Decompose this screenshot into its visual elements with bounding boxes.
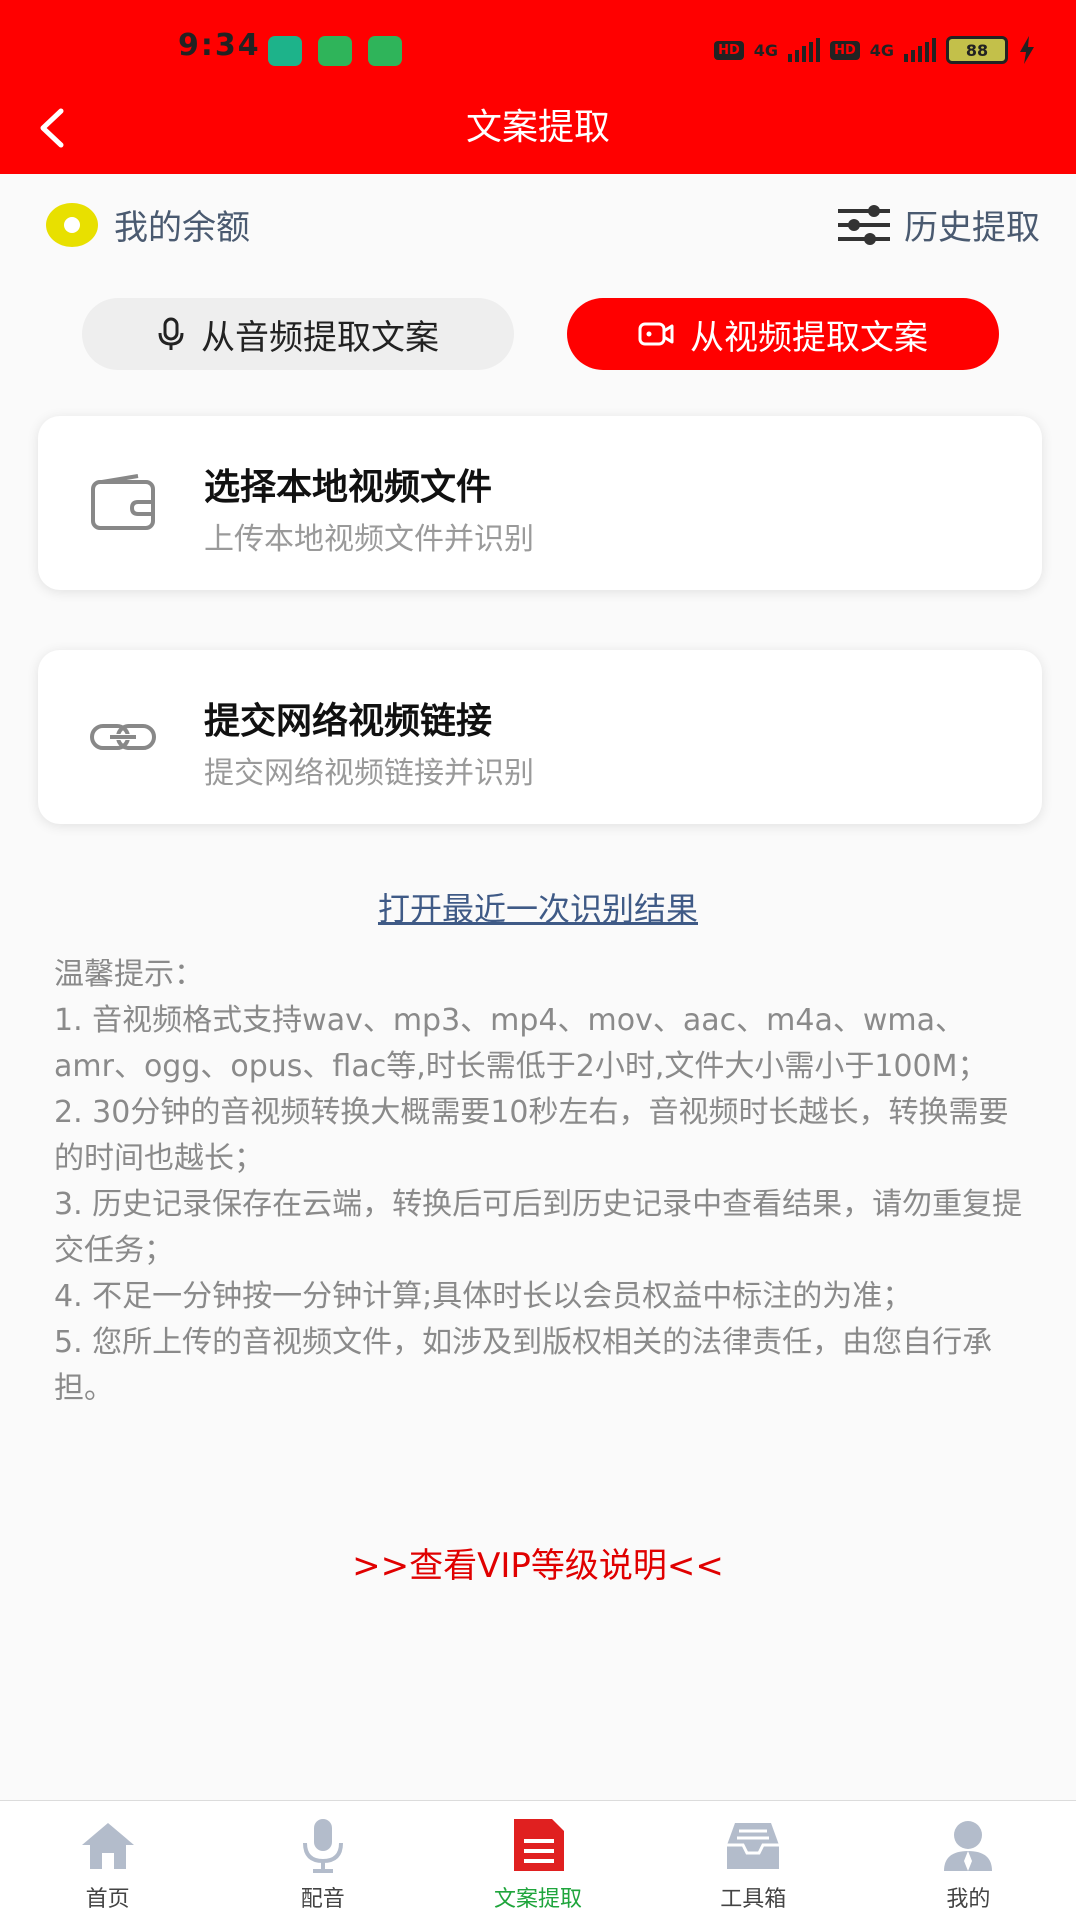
toolbox-icon bbox=[727, 1823, 780, 1869]
network-label: 4G bbox=[753, 40, 779, 60]
network-label: 4G bbox=[869, 40, 894, 60]
tab-label: 首页 bbox=[85, 1887, 130, 1912]
audio-mode-label: 从音频提取文案 bbox=[201, 317, 439, 358]
tip-item: 4. 不足一分钟按一分钟计算;具体时长以会员权益中标注的为准； bbox=[54, 1279, 913, 1314]
battery-icon: 88 bbox=[946, 36, 1008, 64]
history-button[interactable]: 历史提取 bbox=[836, 200, 1040, 249]
page-title: 文案提取 bbox=[465, 107, 610, 148]
tip-item: 3. 历史记录保存在云端，转换后可后到历史记录中查看结果，请勿重复提交任务； bbox=[54, 1187, 1023, 1268]
video-camera-icon bbox=[638, 322, 674, 346]
wallet-icon bbox=[91, 474, 155, 530]
bottom-tab-bar: 首页 配音 文案提取 工具箱 我的 bbox=[0, 1800, 1076, 1916]
status-bar: 9:34 HD 4G HD 4G 88 bbox=[0, 0, 1076, 100]
tip-item: 1. 音视频格式支持wav、mp3、mp4、mov、aac、m4a、wma、am… bbox=[54, 1003, 988, 1084]
signal-icon bbox=[904, 38, 936, 62]
video-mode-label: 从视频提取文案 bbox=[690, 317, 928, 358]
balance-label: 我的余额 bbox=[114, 208, 250, 248]
balance-button[interactable]: 我的余额 bbox=[46, 200, 250, 249]
home-icon bbox=[81, 1823, 134, 1869]
card-subtitle: 提交网络视频链接并识别 bbox=[204, 756, 534, 791]
card-title: 选择本地视频文件 bbox=[204, 467, 493, 508]
coin-icon bbox=[46, 202, 98, 247]
user-icon bbox=[944, 1821, 993, 1871]
microphone-icon bbox=[302, 1819, 343, 1873]
network-link-card[interactable]: 提交网络视频链接 提交网络视频链接并识别 bbox=[38, 650, 1042, 824]
card-subtitle: 上传本地视频文件并识别 bbox=[204, 522, 534, 557]
tab-home[interactable]: 首页 bbox=[0, 1801, 215, 1916]
local-video-card[interactable]: 选择本地视频文件 上传本地视频文件并识别 bbox=[38, 416, 1042, 590]
signal-icon bbox=[788, 38, 821, 62]
document-icon bbox=[514, 1819, 564, 1871]
charging-icon bbox=[1020, 36, 1034, 64]
microphone-icon bbox=[158, 317, 184, 350]
link-icon bbox=[90, 724, 156, 750]
extract-from-video-button[interactable]: 从视频提取文案 bbox=[567, 298, 999, 370]
tab-label: 工具箱 bbox=[720, 1887, 787, 1912]
top-bar: 文案提取 bbox=[0, 100, 1076, 174]
sliders-icon bbox=[838, 204, 890, 245]
status-time: 9:34 bbox=[178, 28, 261, 63]
hd-badge: HD bbox=[714, 40, 744, 60]
tip-item: 2. 30分钟的音视频转换大概需要10秒左右，音视频时长越长，转换需要的时间也越… bbox=[54, 1095, 1009, 1176]
status-indicators: HD 4G HD 4G 88 bbox=[714, 36, 1036, 64]
tips-section: 温馨提示： 1. 音视频格式支持wav、mp3、mp4、mov、aac、m4a、… bbox=[54, 952, 1034, 1412]
cat-app-icon bbox=[318, 36, 352, 66]
tab-label: 我的 bbox=[946, 1887, 991, 1912]
tab-dubbing[interactable]: 配音 bbox=[215, 1801, 430, 1916]
open-recent-result-link[interactable]: 打开最近一次识别结果 bbox=[0, 884, 1076, 930]
extract-from-audio-button[interactable]: 从音频提取文案 bbox=[82, 298, 514, 370]
tab-label: 文案提取 bbox=[494, 1887, 583, 1912]
tab-text-extract[interactable]: 文案提取 bbox=[430, 1801, 645, 1916]
tip-item: 5. 您所上传的音视频文件，如涉及到版权相关的法律责任，由您自行承担。 bbox=[54, 1325, 993, 1406]
tab-mine[interactable]: 我的 bbox=[861, 1801, 1076, 1916]
cat-app-icon bbox=[368, 36, 402, 66]
tips-heading: 温馨提示： bbox=[54, 957, 204, 992]
hd-badge: HD bbox=[830, 40, 860, 60]
history-label: 历史提取 bbox=[904, 208, 1040, 248]
card-title: 提交网络视频链接 bbox=[204, 701, 493, 742]
tab-label: 配音 bbox=[300, 1887, 345, 1912]
tab-toolbox[interactable]: 工具箱 bbox=[646, 1801, 861, 1916]
shield-app-icon bbox=[268, 36, 302, 66]
vip-level-link[interactable]: >>查看VIP等级说明<< bbox=[0, 1538, 1076, 1587]
